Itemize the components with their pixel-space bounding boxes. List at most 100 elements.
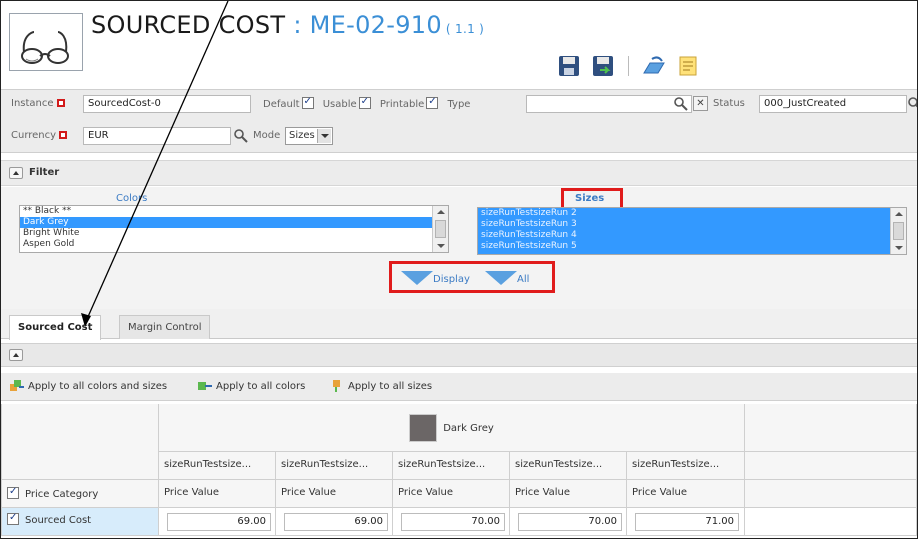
- instance-bar: Instance SourcedCost-0 Default Usable Pr…: [1, 89, 917, 153]
- scroll-thumb[interactable]: [893, 222, 904, 240]
- collapse-icon[interactable]: [9, 349, 23, 361]
- category-header: Price Category: [1, 480, 159, 508]
- sizes-listbox[interactable]: sizeRunTestsizeRun 2 sizeRunTestsizeRun 3…: [477, 207, 907, 255]
- apply-all-colors-sizes-label: Apply to all colors and sizes: [28, 380, 168, 392]
- row-label: Sourced Cost: [25, 515, 92, 526]
- colors-title: Colors: [116, 193, 148, 204]
- default-checkbox[interactable]: [301, 96, 314, 109]
- color-option[interactable]: Dark Grey: [20, 217, 448, 228]
- price-value-input[interactable]: 69.00: [167, 513, 271, 531]
- collapse-icon[interactable]: [9, 167, 23, 179]
- apply-all-sizes-label: Apply to all sizes: [348, 380, 433, 392]
- window: SOURCED COST: ME-02-910( 1.1 ) Instance …: [0, 0, 918, 539]
- value-header: Price Value: [159, 480, 276, 508]
- color-option[interactable]: Aspen Gold: [20, 239, 448, 250]
- value-header: Price Value: [627, 480, 745, 508]
- usable-label: Usable: [322, 99, 357, 110]
- product-thumbnail: [9, 13, 83, 71]
- cost-grid: Dark Grey sizeRunTestsize... sizeRunTest…: [1, 404, 917, 538]
- size-option[interactable]: sizeRunTestsizeRun 3: [478, 219, 906, 230]
- save-and-close-icon[interactable]: [590, 53, 616, 79]
- status-search-icon[interactable]: [907, 96, 918, 112]
- size-header: sizeRunTestsize...: [276, 452, 393, 480]
- colors-scrollbar[interactable]: [432, 206, 448, 252]
- save-icon[interactable]: [556, 53, 582, 79]
- default-flags: Default Usable Printable Type: [263, 96, 471, 110]
- grid-filler: [745, 404, 917, 452]
- apply-all-colors-sizes-button[interactable]: Apply to all colors and sizes: [9, 379, 167, 393]
- table-cell: 70.00: [393, 508, 510, 536]
- filter-body: Colors ** Black ** Dark Grey Bright White A…: [1, 187, 917, 309]
- size-option[interactable]: sizeRunTestsizeRun 4: [478, 230, 906, 241]
- required-icon: [56, 99, 65, 107]
- type-clear-icon[interactable]: ✕: [693, 96, 708, 111]
- price-value-input[interactable]: 71.00: [635, 513, 739, 531]
- tabs-row: Sourced Cost Margin Control: [1, 309, 917, 340]
- type-input[interactable]: [526, 95, 692, 113]
- apply-colors-icon: [198, 382, 212, 390]
- section-bar: [1, 343, 917, 367]
- instance-label: Instance: [11, 98, 65, 109]
- display-button[interactable]: Display: [401, 271, 470, 285]
- apply-multi-icon: [10, 380, 24, 391]
- table-cell: 69.00: [159, 508, 276, 536]
- grid-corner: [1, 404, 159, 480]
- color-option[interactable]: ** Black **: [20, 206, 448, 217]
- color-header-label: Dark Grey: [443, 423, 494, 434]
- mode-select[interactable]: Sizes: [285, 127, 333, 145]
- toolbar-separator: [628, 56, 629, 76]
- filter-title: Filter: [29, 167, 60, 178]
- notes-icon[interactable]: [675, 53, 701, 79]
- row-checkbox[interactable]: [7, 512, 19, 525]
- tab-sourced-cost[interactable]: Sourced Cost: [9, 315, 102, 340]
- color-header: Dark Grey: [159, 404, 745, 452]
- type-label: Type: [447, 99, 471, 110]
- instance-input[interactable]: SourcedCost-0: [83, 95, 251, 113]
- version-label: ( 1.1 ): [445, 22, 485, 36]
- grid-filler: [745, 508, 917, 536]
- usable-checkbox[interactable]: [358, 96, 371, 109]
- table-cell: 70.00: [510, 508, 627, 536]
- apply-all-sizes-button[interactable]: Apply to all sizes: [329, 379, 432, 393]
- currency-search-icon[interactable]: [233, 128, 249, 144]
- display-label: Display: [433, 274, 470, 285]
- size-header: sizeRunTestsize...: [510, 452, 627, 480]
- sizes-list: sizeRunTestsizeRun 2 sizeRunTestsizeRun 3…: [478, 208, 906, 252]
- open-icon[interactable]: [641, 53, 667, 79]
- scroll-thumb[interactable]: [435, 220, 446, 238]
- color-option[interactable]: Bright White: [20, 228, 448, 239]
- currency-label-text: Currency: [11, 130, 57, 141]
- size-header: sizeRunTestsize...: [393, 452, 510, 480]
- mode-value: Sizes: [289, 130, 315, 141]
- apply-all-colors-button[interactable]: Apply to all colors: [197, 379, 305, 393]
- filter-header[interactable]: Filter: [1, 160, 917, 186]
- tab-margin-control[interactable]: Margin Control: [119, 315, 211, 339]
- mode-label: Mode: [253, 130, 281, 141]
- page-title: SOURCED COST: ME-02-910( 1.1 ): [91, 11, 484, 39]
- price-value-input[interactable]: 69.00: [284, 513, 388, 531]
- printable-label: Printable: [379, 99, 425, 110]
- currency-input[interactable]: EUR: [83, 127, 231, 145]
- type-search-icon[interactable]: [673, 96, 689, 112]
- price-value-input[interactable]: 70.00: [401, 513, 505, 531]
- size-option[interactable]: sizeRunTestsizeRun 5: [478, 241, 906, 252]
- colors-listbox[interactable]: ** Black ** Dark Grey Bright White Aspen Go…: [19, 205, 449, 253]
- select-all-checkbox[interactable]: [7, 486, 19, 499]
- color-swatch: [409, 414, 438, 442]
- apply-all-colors-label: Apply to all colors: [216, 380, 306, 392]
- colors-list: ** Black ** Dark Grey Bright White Aspen Go…: [20, 206, 448, 250]
- all-label: All: [517, 274, 530, 285]
- printable-checkbox[interactable]: [426, 96, 439, 109]
- status-input[interactable]: 000_JustCreated: [759, 95, 907, 113]
- value-header: Price Value: [276, 480, 393, 508]
- display-triangle-icon: [401, 271, 433, 285]
- price-value-input[interactable]: 70.00: [518, 513, 622, 531]
- all-triangle-icon: [485, 271, 517, 285]
- default-label: Default: [263, 99, 300, 110]
- all-button[interactable]: All: [485, 271, 529, 285]
- table-row-label[interactable]: Sourced Cost: [1, 508, 159, 536]
- size-option[interactable]: sizeRunTestsizeRun 2: [478, 208, 906, 219]
- value-header: Price Value: [510, 480, 627, 508]
- sizes-scrollbar[interactable]: [890, 208, 906, 254]
- table-cell: 71.00: [627, 508, 745, 536]
